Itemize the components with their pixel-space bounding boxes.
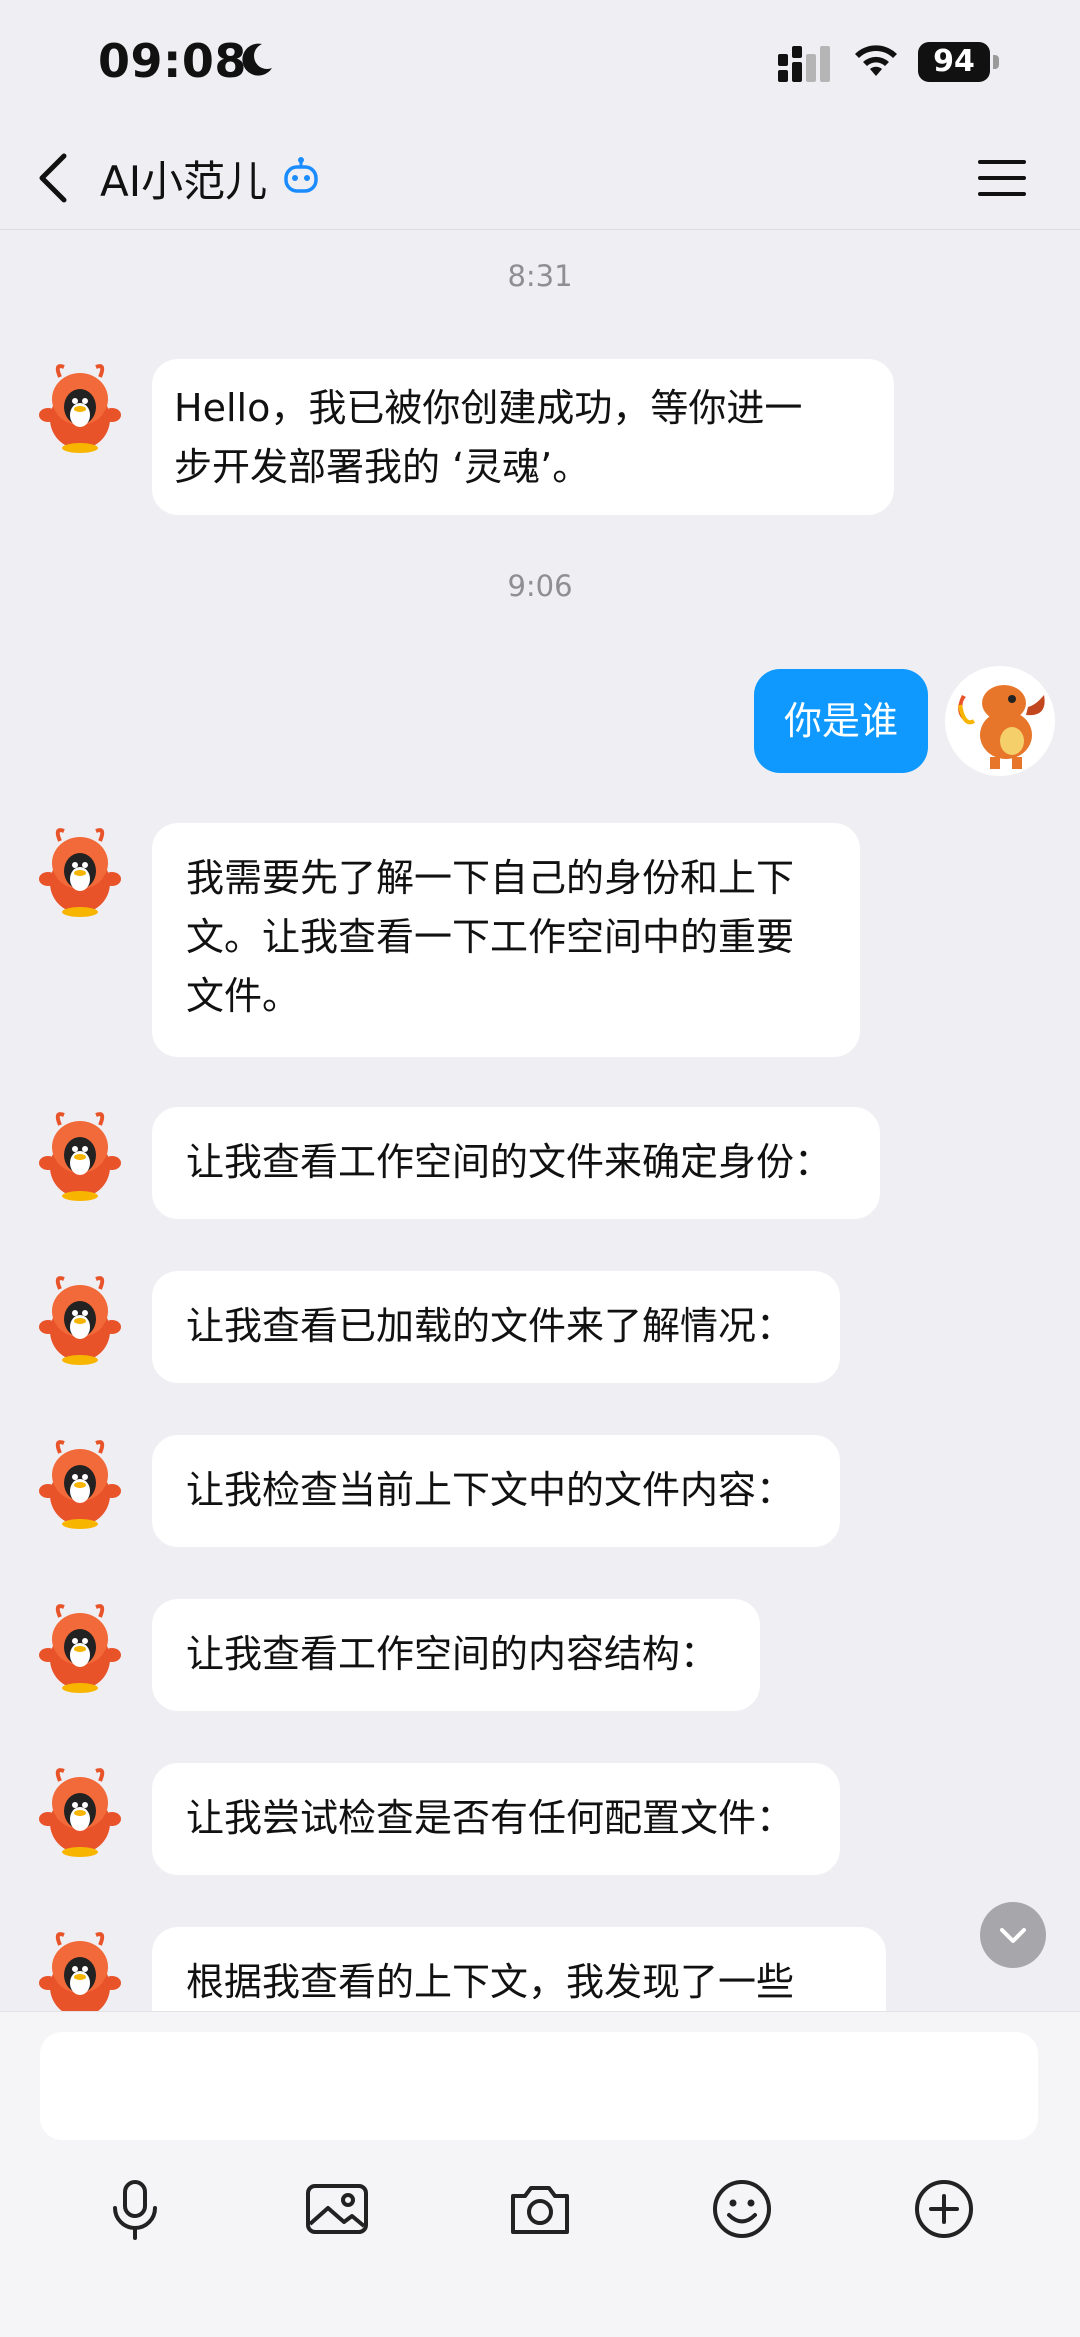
bot-avatar[interactable] <box>34 1435 126 1531</box>
bot-message-bubble[interactable]: Hello，我已被你创建成功，等你进一 步开发部署我的 ‘灵魂’。 <box>152 359 894 515</box>
status-time: 09:08 <box>98 34 247 88</box>
emoji-icon[interactable] <box>707 2174 777 2244</box>
bot-avatar[interactable] <box>34 1763 126 1859</box>
hamburger-menu-icon[interactable] <box>974 150 1030 206</box>
plus-icon[interactable] <box>909 2174 979 2244</box>
bot-message-bubble[interactable]: 让我查看工作空间的内容结构： <box>152 1599 760 1711</box>
bot-avatar[interactable] <box>34 823 126 919</box>
user-message-bubble[interactable]: 你是谁 <box>754 669 928 773</box>
chevron-down-icon <box>1000 1928 1026 1943</box>
message-input[interactable] <box>40 2032 1038 2140</box>
wifi-icon <box>855 45 897 76</box>
signal-icon <box>778 46 830 82</box>
timestamp: 9:06 <box>507 569 573 603</box>
message-text-line: 让我查看已加载的文件来了解情况： <box>186 1304 795 1348</box>
chat-message-list[interactable]: 8:31 Hello，我已被你创建成功，等你进一 步开发部署我的 ‘灵魂’。 9… <box>0 231 1080 2011</box>
bot-message-bubble[interactable]: 让我检查当前上下文中的文件内容： <box>152 1435 840 1547</box>
message-text-line: 让我检查当前上下文中的文件内容： <box>186 1468 795 1512</box>
message-text-line: 我需要先了解一下自己的身份和上下 <box>186 856 795 900</box>
bot-message-bubble[interactable]: 让我尝试检查是否有任何配置文件： <box>152 1763 840 1875</box>
camera-icon[interactable] <box>505 2174 575 2244</box>
bot-message-bubble[interactable]: 根据我查看的上下文，我发现了一些 <box>152 1927 886 2011</box>
message-text-line: 文。让我查看一下工作空间中的重要 <box>186 915 795 959</box>
bot-message-bubble[interactable]: 让我查看工作空间的文件来确定身份： <box>152 1107 880 1219</box>
chevron-left-icon[interactable] <box>30 148 80 208</box>
bot-message-bubble[interactable]: 让我查看已加载的文件来了解情况： <box>152 1271 840 1383</box>
bot-avatar[interactable] <box>34 1107 126 1203</box>
microphone-icon[interactable] <box>100 2174 170 2244</box>
bot-message-bubble[interactable]: 我需要先了解一下自己的身份和上下 文。让我查看一下工作空间中的重要 文件。 <box>152 823 860 1057</box>
timestamp: 8:31 <box>507 259 573 293</box>
user-avatar[interactable] <box>944 665 1056 777</box>
status-bar: 09:08 94 <box>0 0 1080 120</box>
message-text-line: 根据我查看的上下文，我发现了一些 <box>186 1960 795 2004</box>
nav-bar: AI小范儿 <box>0 120 1080 230</box>
bot-avatar[interactable] <box>34 359 126 455</box>
bot-avatar[interactable] <box>34 1927 126 2011</box>
robot-icon <box>284 157 318 193</box>
bot-avatar[interactable] <box>34 1599 126 1695</box>
input-panel <box>0 2011 1080 2337</box>
message-text-line: Hello，我已被你创建成功，等你进一 <box>174 386 803 430</box>
message-text-line: 文件。 <box>186 974 301 1018</box>
battery-icon: 94 <box>918 42 1002 82</box>
message-text-line: 让我查看工作空间的内容结构： <box>186 1632 719 1676</box>
battery-level: 94 <box>918 42 990 82</box>
battery-tip <box>993 55 999 69</box>
message-text-line: 让我尝试检查是否有任何配置文件： <box>186 1796 795 1840</box>
chat-title[interactable]: AI小范儿 <box>100 148 267 209</box>
message-text-line: 让我查看工作空间的文件来确定身份： <box>186 1140 833 1184</box>
image-icon[interactable] <box>302 2174 372 2244</box>
message-text-line: 步开发部署我的 ‘灵魂’。 <box>174 445 591 489</box>
bot-avatar[interactable] <box>34 1271 126 1367</box>
scroll-to-bottom-button[interactable] <box>980 1902 1046 1968</box>
moon-icon <box>242 43 272 76</box>
